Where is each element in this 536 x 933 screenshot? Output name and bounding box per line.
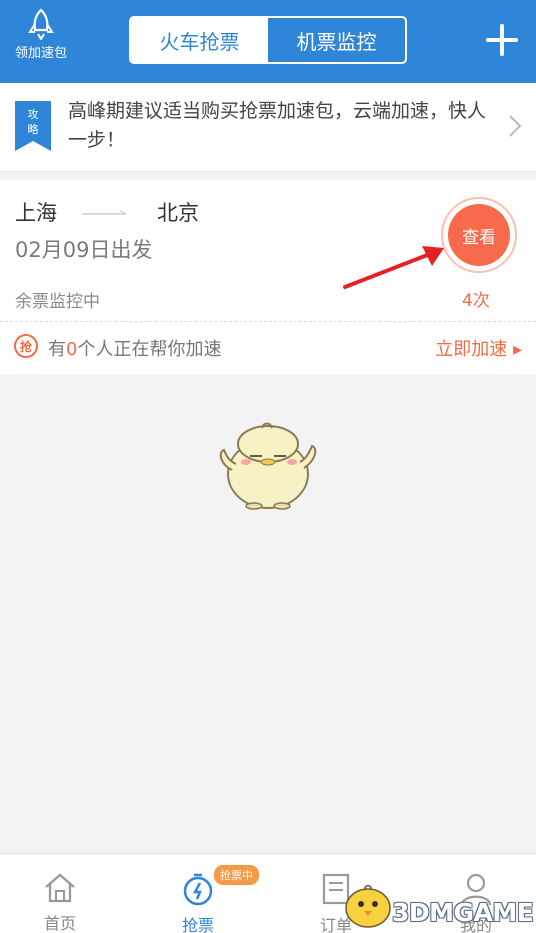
destination-city: 北京 [157, 201, 199, 225]
tip-banner[interactable]: 攻 略 高峰期建议适当购买抢票加速包，云端加速，快人一步！ [0, 83, 536, 172]
speed-pack-label: 领加速包 [14, 46, 67, 61]
stopwatch-icon [183, 873, 213, 906]
route-arrow-icon [82, 210, 127, 215]
top-bar: 领加速包 火车抢票 机票监控 [0, 0, 536, 83]
view-button[interactable]: 查看 [448, 204, 510, 266]
svg-text:略: 略 [28, 122, 39, 136]
mascot-chick-illustration [219, 422, 317, 510]
divider [0, 321, 536, 322]
monitor-status: 余票监控中 [15, 292, 100, 312]
annotation-arrow [343, 246, 444, 289]
rocket-icon [28, 8, 54, 40]
mode-switch: 火车抢票 机票监控 [129, 16, 407, 64]
helper-count: 0 [66, 339, 78, 360]
add-icon[interactable] [486, 24, 518, 56]
departure-date: 02月09日出发 [15, 238, 153, 262]
tab-home[interactable]: 首页 [30, 872, 90, 933]
speed-up-link[interactable]: 立即加速 ▸ [435, 335, 522, 361]
home-icon [45, 873, 75, 903]
guide-ribbon-icon: 攻 略 [15, 101, 51, 151]
svg-text:攻: 攻 [28, 107, 39, 121]
boost-status: 有0个人正在帮你加速 [48, 339, 222, 360]
tip-text: 高峰期建议适当购买抢票加速包，云端加速，快人一步！ [68, 100, 487, 151]
watermark-text: 3DMGAME [392, 898, 534, 927]
tab-train-tickets[interactable]: 火车抢票 [131, 18, 268, 62]
origin-city: 上海 [15, 201, 57, 225]
speed-pack-button[interactable]: 领加速包 [8, 8, 74, 61]
grab-icon: 抢 [14, 334, 38, 358]
query-count: 4次 [462, 291, 490, 311]
grabbing-badge: 抢票中 [214, 865, 259, 885]
ticket-card[interactable]: 上海 北京 02月09日出发 余票监控中 查看 4次 抢 有0个人正在帮你加速 … [0, 180, 536, 374]
chevron-right-icon [509, 115, 522, 137]
tab-flight-monitor[interactable]: 机票监控 [268, 18, 405, 62]
